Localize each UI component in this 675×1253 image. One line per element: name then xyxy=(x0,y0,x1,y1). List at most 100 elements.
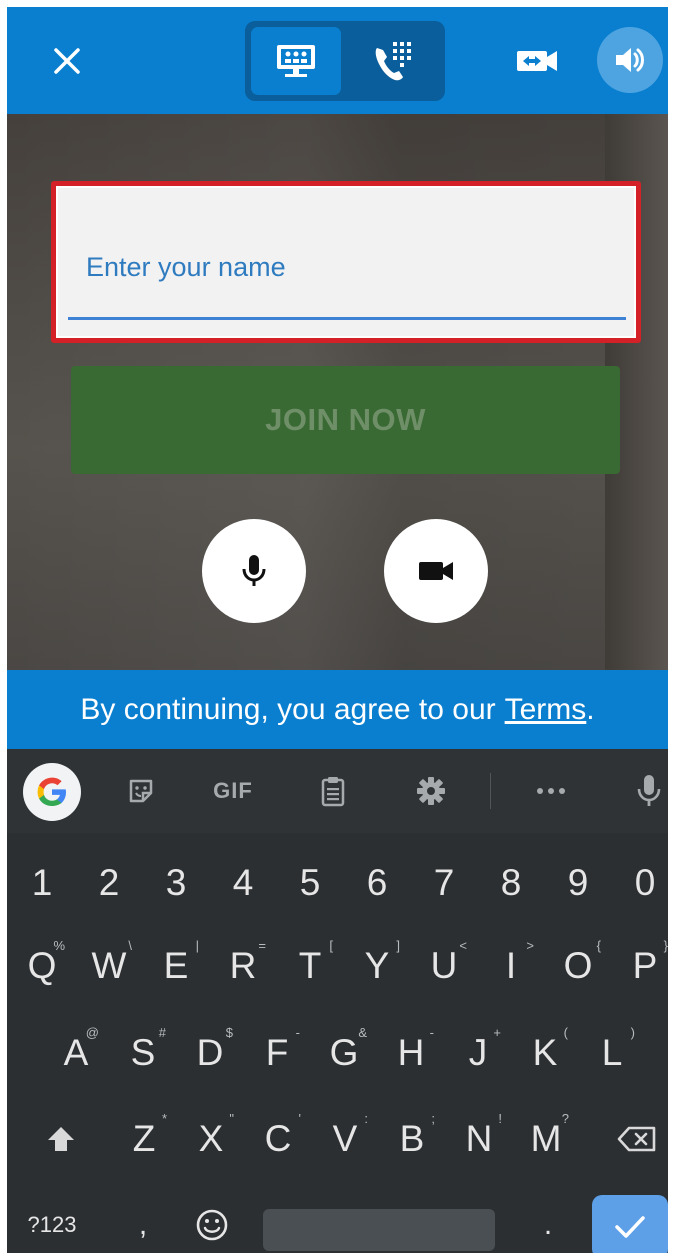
key-hint: & xyxy=(358,1025,367,1040)
bottom-row: ?123 , . xyxy=(7,1185,668,1253)
key-hint: ( xyxy=(563,1025,568,1040)
key-n[interactable]: N! xyxy=(448,1099,510,1179)
key-label: Z xyxy=(132,1118,156,1159)
key-h[interactable]: H- xyxy=(380,1013,442,1093)
number-row: 1 2 3 4 5 6 7 8 9 0 xyxy=(7,843,668,923)
key-label: R xyxy=(229,945,257,986)
key-x[interactable]: X " xyxy=(180,1099,242,1179)
key-hint: ] xyxy=(396,938,400,953)
call-mode-toggle xyxy=(245,21,445,101)
checkmark-icon xyxy=(615,1216,645,1238)
key-label: 7 xyxy=(433,862,455,903)
key-t[interactable]: T[ xyxy=(279,926,341,1006)
key-4[interactable]: 4 xyxy=(212,843,274,923)
name-input[interactable] xyxy=(68,204,626,320)
symbols-key[interactable]: ?123 xyxy=(17,1185,87,1253)
key-2[interactable]: 2 xyxy=(78,843,140,923)
key-9[interactable]: 9 xyxy=(547,843,609,923)
key-hint: - xyxy=(295,1025,300,1040)
key-w[interactable]: W \ xyxy=(78,926,140,1006)
key-hint: $ xyxy=(225,1025,233,1040)
key-a[interactable]: A @ xyxy=(45,1013,107,1093)
backspace-key[interactable] xyxy=(607,1099,667,1179)
speaker-button[interactable] xyxy=(597,27,663,93)
key-label: O xyxy=(563,945,593,986)
switch-camera-icon xyxy=(517,51,557,71)
shift-key[interactable] xyxy=(33,1099,89,1179)
dialpad-phone-icon xyxy=(375,42,411,81)
space-key[interactable] xyxy=(263,1209,495,1251)
sticker-button[interactable] xyxy=(119,769,163,813)
key-label: H xyxy=(397,1032,425,1073)
terms-link[interactable]: Terms xyxy=(505,693,587,727)
key-hint: [ xyxy=(329,938,333,953)
screen-share-mode-button[interactable] xyxy=(251,27,341,95)
key-3[interactable]: 3 xyxy=(145,843,207,923)
join-now-label: JOIN NOW xyxy=(265,402,426,437)
emoji-key[interactable] xyxy=(185,1185,239,1253)
key-0[interactable]: 0 xyxy=(614,843,668,923)
key-6[interactable]: 6 xyxy=(346,843,408,923)
gif-button[interactable]: GIF xyxy=(203,769,263,813)
key-5[interactable]: 5 xyxy=(279,843,341,923)
keyboard-toolbar: GIF xyxy=(7,749,668,833)
key-d[interactable]: D $ xyxy=(179,1013,241,1093)
key-label: B xyxy=(399,1118,425,1159)
key-hint: = xyxy=(258,938,266,953)
key-z[interactable]: Z * xyxy=(113,1099,175,1179)
key-i[interactable]: I > xyxy=(480,926,542,1006)
more-button[interactable] xyxy=(529,769,573,813)
join-now-button[interactable]: JOIN NOW xyxy=(71,366,620,474)
clipboard-button[interactable] xyxy=(311,769,355,813)
terms-bar: By continuing, you agree to our Terms. xyxy=(7,670,668,749)
microphone-toggle-button[interactable] xyxy=(202,519,306,623)
key-hint: : xyxy=(364,1111,368,1126)
key-f[interactable]: F- xyxy=(246,1013,308,1093)
comma-key[interactable]: , xyxy=(125,1185,161,1253)
key-label: 4 xyxy=(232,862,254,903)
key-e[interactable]: E | xyxy=(145,926,207,1006)
done-key[interactable] xyxy=(592,1195,668,1253)
key-j[interactable]: J + xyxy=(447,1013,509,1093)
key-b[interactable]: B; xyxy=(381,1099,443,1179)
keyboard: 1234567890 Q% W \ E | R = T[Y] U < I > O{P} A @ S # D $ F -… xyxy=(7,833,668,1253)
letter-row-1: Q% W \ E | R = T[Y] U < I > O{P} xyxy=(7,926,668,1006)
key-label: Q xyxy=(27,945,57,986)
key-p[interactable]: P} xyxy=(614,926,668,1006)
key-7[interactable]: 7 xyxy=(413,843,475,923)
key-k[interactable]: K( xyxy=(514,1013,576,1093)
speaker-icon xyxy=(616,48,644,72)
key-s[interactable]: S # xyxy=(112,1013,174,1093)
key-y[interactable]: Y] xyxy=(346,926,408,1006)
dial-in-mode-button[interactable] xyxy=(349,27,439,95)
key-1[interactable]: 1 xyxy=(11,843,73,923)
settings-button[interactable] xyxy=(409,769,453,813)
key-label: A xyxy=(63,1032,89,1073)
key-label: L xyxy=(601,1032,623,1073)
switch-camera-button[interactable] xyxy=(509,41,565,81)
close-button[interactable] xyxy=(43,37,91,85)
key-label: 8 xyxy=(500,862,522,903)
video-toggle-button[interactable] xyxy=(384,519,488,623)
google-button[interactable] xyxy=(23,763,81,821)
close-icon xyxy=(54,48,80,74)
key-hint: + xyxy=(493,1025,501,1040)
terms-text: By continuing, you agree to our xyxy=(80,692,496,726)
key-v[interactable]: V: xyxy=(314,1099,376,1179)
key-o[interactable]: O{ xyxy=(547,926,609,1006)
key-hint: > xyxy=(526,938,534,953)
key-label: 3 xyxy=(165,862,187,903)
voice-input-button[interactable] xyxy=(627,769,668,813)
key-m[interactable]: M? xyxy=(515,1099,577,1179)
key-u[interactable]: U < xyxy=(413,926,475,1006)
key-r[interactable]: R = xyxy=(212,926,274,1006)
key-l[interactable]: L) xyxy=(581,1013,643,1093)
key-label: 5 xyxy=(299,862,321,903)
period-key[interactable]: . xyxy=(533,1185,563,1253)
key-8[interactable]: 8 xyxy=(480,843,542,923)
key-label: T xyxy=(298,945,322,986)
comma-label: , xyxy=(138,1208,148,1241)
key-q[interactable]: Q% xyxy=(11,926,73,1006)
key-c[interactable]: C ' xyxy=(247,1099,309,1179)
key-g[interactable]: G & xyxy=(313,1013,375,1093)
